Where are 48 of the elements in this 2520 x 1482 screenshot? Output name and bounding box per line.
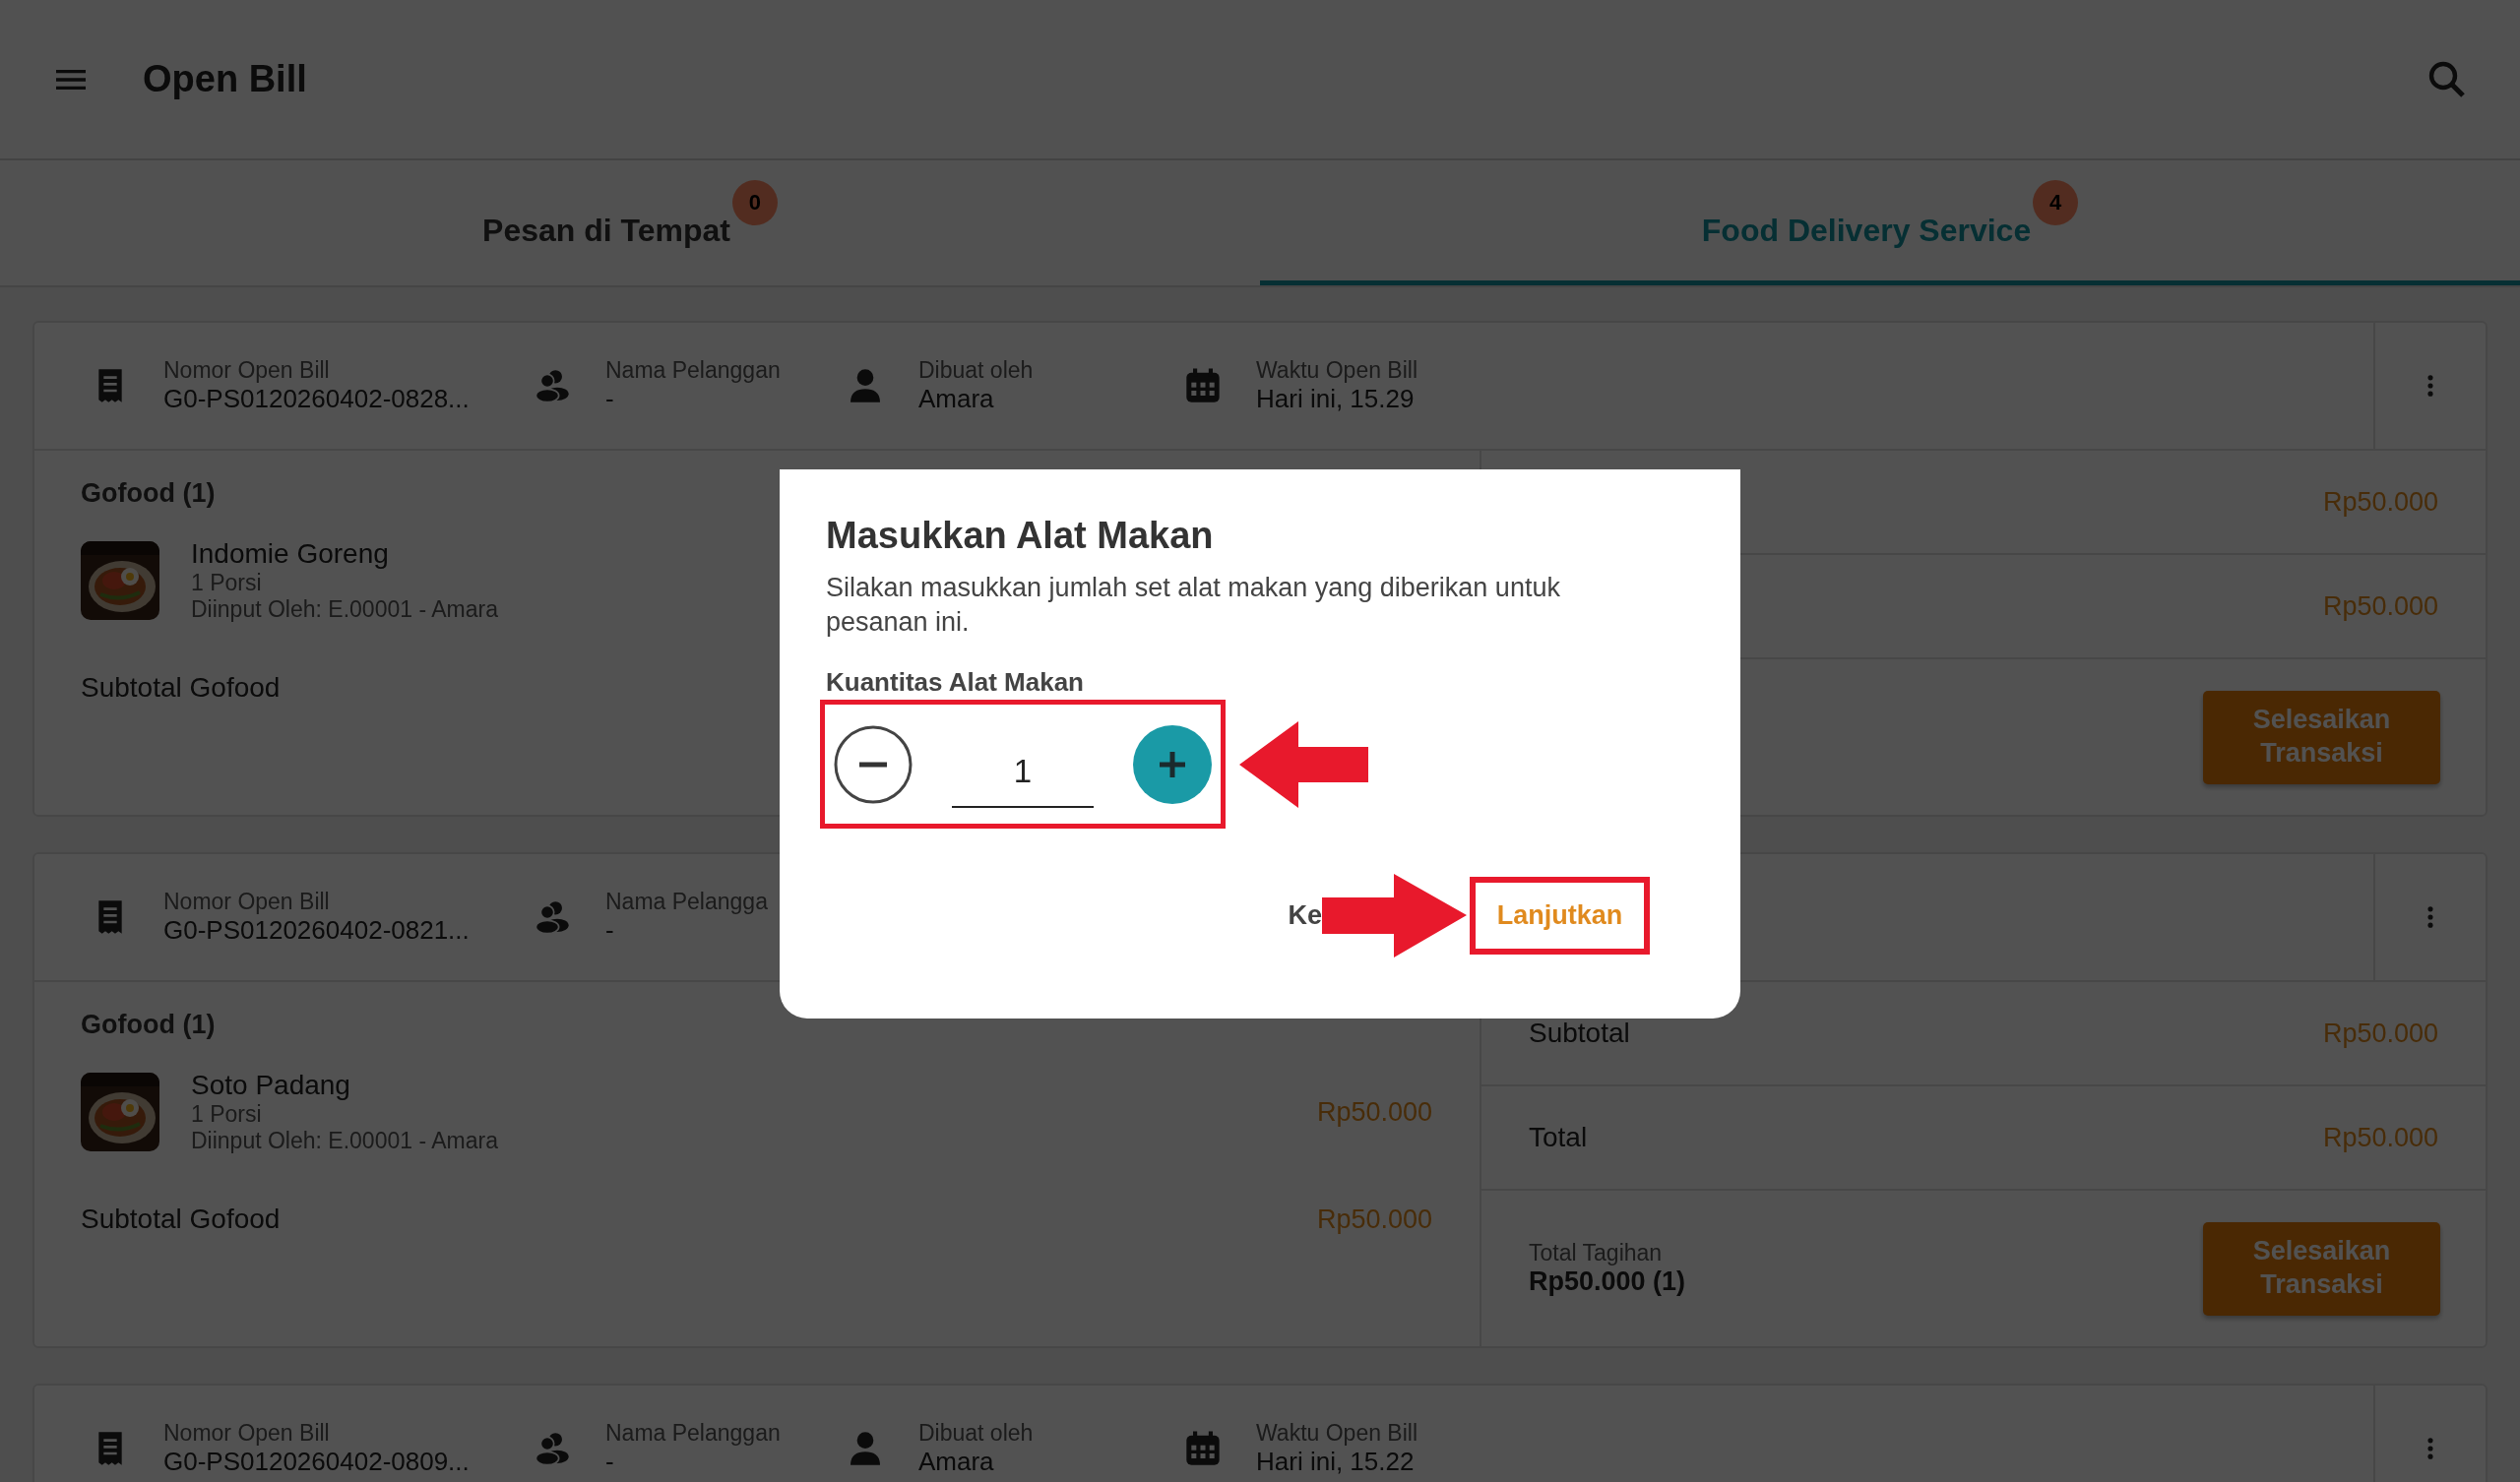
field-value: Amara [918,1447,995,1477]
item-name: Soto Padang [191,1070,351,1101]
calendar-icon [1183,1429,1223,1468]
summary-label: Total [1529,1122,1588,1153]
back-button[interactable]: Ke [1288,900,1322,932]
field-value: Hari ini, 15.29 [1256,384,1416,414]
summary-value: Rp50.000 [2322,590,2438,622]
field-value: G0-PS0120260402-0828... [163,384,470,414]
item-price: Rp50.000 [1316,1096,1432,1128]
subtotal-label: Subtotal Gofood [81,1204,281,1235]
count-badge: 4 [2033,180,2079,225]
field-value: - [605,915,615,946]
field-value: Amara [918,384,995,414]
page-title: Open Bill [143,58,307,100]
summary-value: Rp50.000 [2322,1018,2438,1049]
calendar-icon [1183,366,1223,405]
dialog-message: Silakan masukkan jumlah set alat makan yang diberikan untuk pesanan ini. [826,572,1561,640]
group-title: Gofood (1) [81,478,217,509]
plus-icon[interactable] [1133,724,1212,804]
item-name: Indomie Goreng [191,538,390,570]
total-bill-value: Rp50.000 (1) [1529,1266,1686,1297]
tab-label: Food Delivery Service [1701,213,2032,249]
more-options-icon[interactable] [2426,903,2434,931]
arrow-icon [1239,720,1368,808]
tab[interactable]: Food Delivery Service 4 [1260,160,2520,285]
group-title: Gofood (1) [81,1010,217,1040]
more-options-icon[interactable] [2426,372,2434,400]
count-badge: 0 [731,180,778,225]
field-value: G0-PS0120260402-0809... [163,1447,470,1477]
tab[interactable]: Pesan di Tempat 0 [0,160,1260,285]
arrow-icon [1322,874,1467,958]
summary-value: Rp50.000 [2322,486,2438,518]
finish-transaction-button[interactable]: Selesaikan Transaksi [2203,1221,2440,1316]
summary-value: Rp50.000 [2322,1122,2438,1153]
field-value: - [605,1447,615,1477]
tab-label: Pesan di Tempat [482,213,730,249]
field-value: Hari ini, 15.22 [1256,1447,1416,1477]
dialog-title: Masukkan Alat Makan [826,515,1215,557]
summary-label: Subtotal [1529,1018,1630,1049]
quantity-label: Kuantitas Alat Makan [826,667,1085,699]
subtotal-value: Rp50.000 [1316,1204,1432,1235]
minus-icon[interactable] [834,724,913,804]
finish-transaction-button[interactable]: Selesaikan Transaksi [2203,690,2440,784]
more-options-icon[interactable] [2426,1435,2434,1462]
field-value: G0-PS0120260402-0821... [163,915,470,946]
quantity-field[interactable]: 1 [952,736,1094,808]
field-value: - [605,384,615,414]
subtotal-label: Subtotal Gofood [81,672,281,704]
